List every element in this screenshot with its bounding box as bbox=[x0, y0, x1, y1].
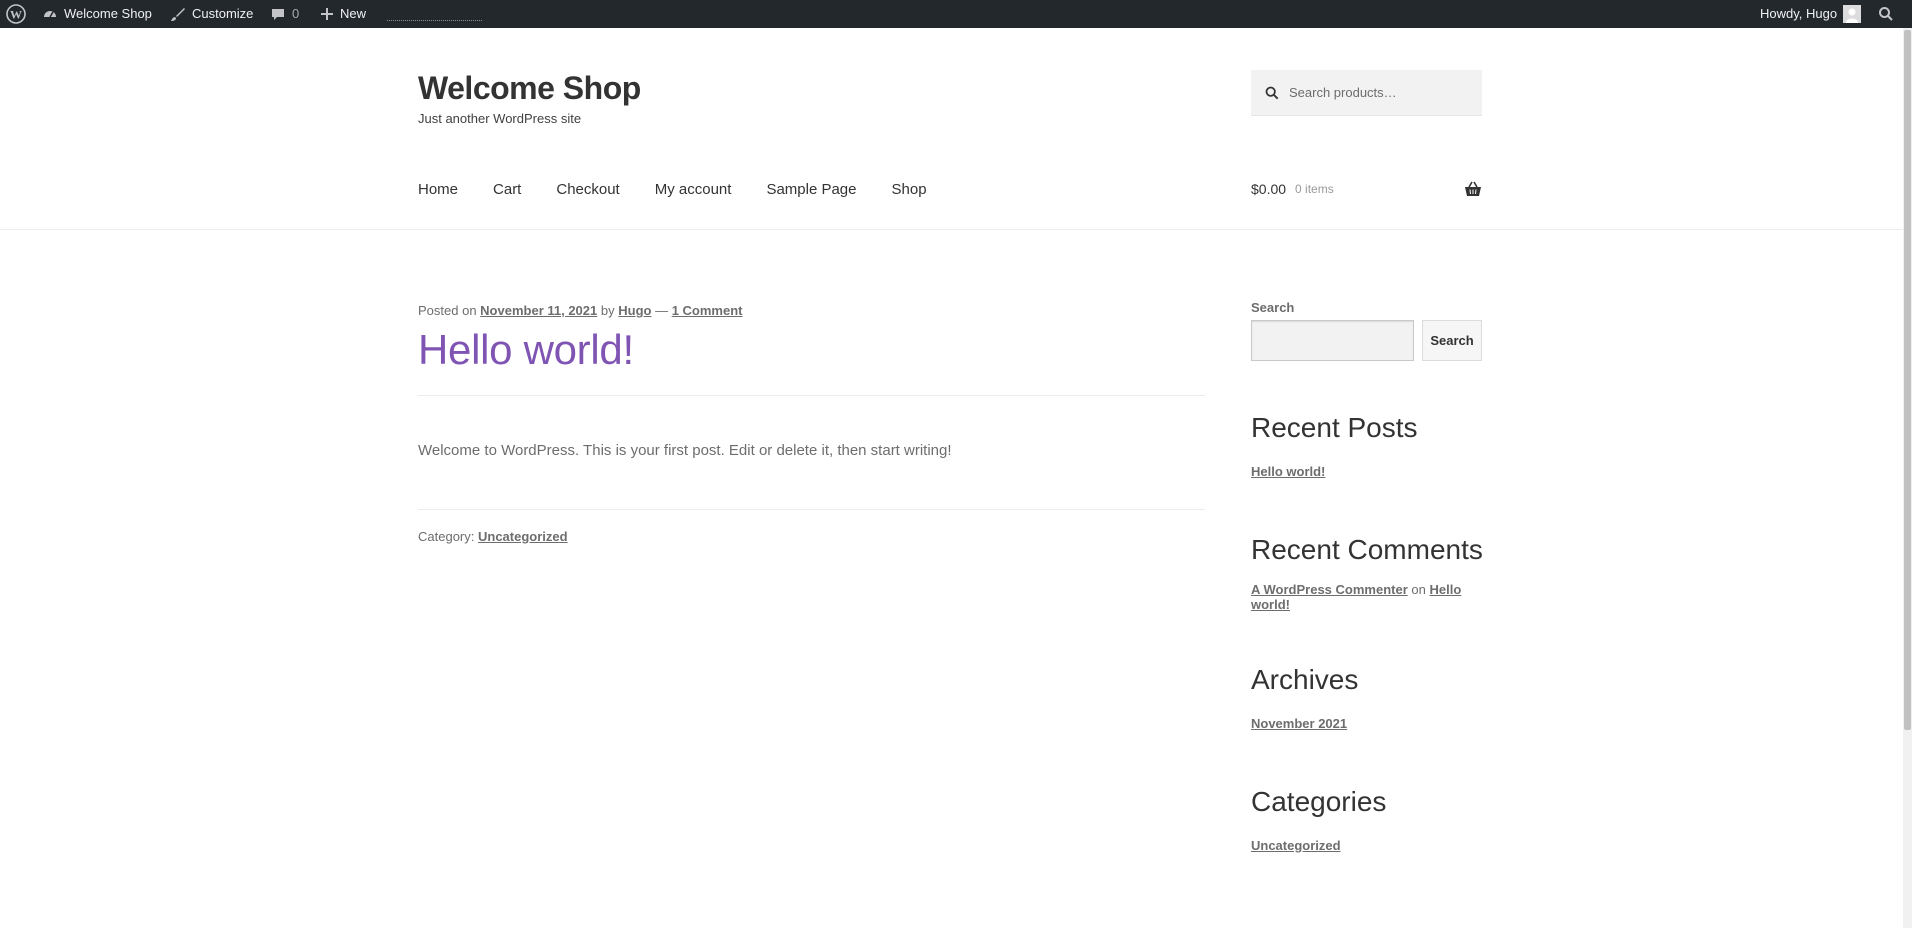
post-category: Category: Uncategorized bbox=[418, 529, 568, 544]
comments-link[interactable]: 0 bbox=[270, 0, 299, 28]
comment-post-link[interactable]: Hello bbox=[1429, 582, 1461, 597]
post-title-divider bbox=[418, 395, 1205, 396]
post-date-link[interactable]: November 11, 2021 bbox=[480, 303, 597, 318]
howdy-label: Howdy, Hugo bbox=[1760, 6, 1838, 21]
nav-item-cart[interactable]: Cart bbox=[493, 181, 521, 198]
post-content: Welcome to WordPress. This is your first… bbox=[418, 442, 952, 459]
sidebar-search-input[interactable] bbox=[1251, 320, 1414, 361]
nav-item-shop[interactable]: Shop bbox=[892, 181, 927, 198]
post-category-link[interactable]: Uncategorized bbox=[478, 529, 568, 544]
comment-post-link-cont[interactable]: world! bbox=[1251, 597, 1290, 612]
admin-bar-divider bbox=[387, 20, 482, 21]
cart-total: $0.00 bbox=[1251, 181, 1287, 197]
sidebar-search-label: Search bbox=[1251, 300, 1295, 315]
product-search-input[interactable]: Search products… bbox=[1251, 70, 1482, 116]
recent-post-item: Hello world! bbox=[1251, 464, 1325, 479]
scrollbar-thumb[interactable] bbox=[1904, 30, 1911, 730]
my-account-menu[interactable]: Howdy, Hugo bbox=[1760, 0, 1862, 28]
new-content-menu[interactable]: New bbox=[320, 0, 366, 28]
recent-posts-title: Recent Posts bbox=[1251, 412, 1418, 443]
meta-dash: — bbox=[655, 303, 669, 318]
header-cart[interactable]: $0.00 0 items bbox=[1251, 181, 1482, 197]
site-name-menu[interactable]: Welcome Shop bbox=[42, 0, 152, 28]
sidebar-search-button[interactable]: Search bbox=[1422, 320, 1482, 361]
by-label: by bbox=[600, 303, 615, 318]
archive-link[interactable]: November 2021 bbox=[1251, 716, 1347, 731]
customize-label: Customize bbox=[192, 6, 254, 21]
dashboard-icon bbox=[44, 11, 56, 18]
customize-link[interactable]: Customize bbox=[170, 0, 253, 28]
admin-bar: W Welcome Shop Customize 0 New Howdy, Hu… bbox=[0, 0, 1912, 28]
category-label: Category: bbox=[418, 529, 475, 544]
categories-title: Categories bbox=[1251, 786, 1387, 817]
nav-item-home[interactable]: Home bbox=[418, 181, 458, 198]
site-tagline: Just another WordPress site bbox=[418, 111, 582, 126]
comments-count: 0 bbox=[292, 6, 300, 21]
wordpress-logo-icon[interactable]: W bbox=[6, 0, 26, 28]
primary-navigation: Home Cart Checkout My account Sample Pag… bbox=[418, 181, 962, 198]
post-author-link[interactable]: Hugo bbox=[618, 303, 651, 318]
archive-item: November 2021 bbox=[1251, 716, 1347, 731]
post-comments-link[interactable]: 1 Comment bbox=[672, 303, 743, 318]
basket-icon bbox=[1465, 181, 1481, 196]
recent-comment-item: A WordPress Commenter on Hello world! bbox=[1251, 582, 1482, 612]
brush-icon bbox=[171, 8, 185, 21]
plus-icon bbox=[321, 8, 333, 20]
category-item: Uncategorized bbox=[1251, 838, 1341, 853]
posted-on-label: Posted on bbox=[418, 303, 477, 318]
admin-search-icon[interactable] bbox=[1878, 0, 1894, 28]
commenter-link[interactable]: A WordPress Commenter bbox=[1251, 582, 1408, 597]
nav-item-checkout[interactable]: Checkout bbox=[556, 181, 619, 198]
search-placeholder: Search products… bbox=[1289, 85, 1397, 100]
recent-post-link[interactable]: Hello world! bbox=[1251, 464, 1325, 479]
archives-title: Archives bbox=[1251, 664, 1359, 695]
search-icon bbox=[1265, 86, 1279, 99]
site-name-label: Welcome Shop bbox=[64, 6, 152, 21]
nav-item-my-account[interactable]: My account bbox=[655, 181, 732, 198]
post-footer-divider bbox=[418, 509, 1205, 510]
cart-item-count: 0 items bbox=[1295, 182, 1334, 196]
category-link[interactable]: Uncategorized bbox=[1251, 838, 1341, 853]
avatar bbox=[1843, 5, 1862, 23]
on-label: on bbox=[1411, 582, 1426, 597]
nav-item-sample-page[interactable]: Sample Page bbox=[766, 181, 856, 198]
post-title[interactable]: Hello world! bbox=[418, 326, 634, 374]
header-divider bbox=[0, 229, 1903, 230]
new-label: New bbox=[340, 6, 367, 21]
svg-text:W: W bbox=[10, 8, 22, 22]
site-title[interactable]: Welcome Shop bbox=[418, 70, 641, 107]
comment-bubble-icon bbox=[272, 9, 284, 20]
recent-comments-title: Recent Comments bbox=[1251, 534, 1483, 565]
post-meta: Posted on November 11, 2021 by Hugo — 1 … bbox=[418, 303, 743, 318]
